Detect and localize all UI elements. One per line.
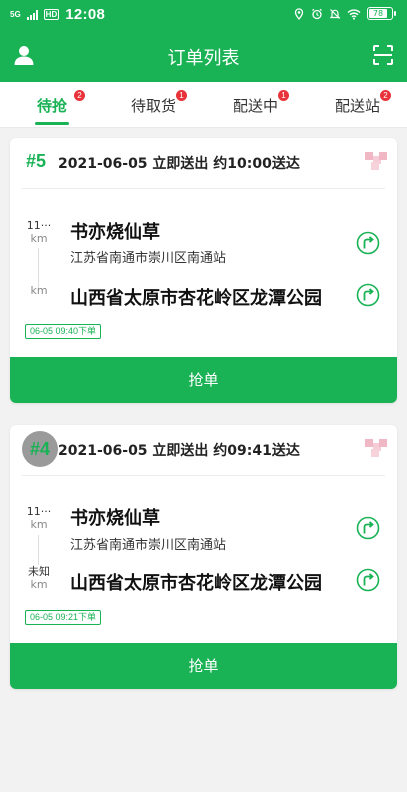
- navigate-icon[interactable]: [356, 568, 380, 592]
- tab-label: 待取货: [131, 97, 177, 115]
- route-line: [38, 248, 39, 288]
- dropoff-distance: km: [30, 284, 48, 297]
- tab-pending-pickup[interactable]: 待取货 1: [130, 82, 200, 128]
- order-time-info: 2021-06-05 立即送出 约10:00送达: [58, 156, 300, 172]
- tab-pending-grab[interactable]: 待抢 2: [33, 82, 93, 128]
- tab-label: 配送中: [233, 97, 279, 115]
- location-icon: [294, 7, 304, 20]
- battery-icon: 78: [367, 7, 396, 20]
- page-title: 订单列表: [167, 48, 240, 69]
- divider: [22, 188, 385, 189]
- order-card: #4 2021-06-05 立即送出 约09:41送达 11··· km 书亦烧…: [10, 425, 397, 689]
- navigate-icon[interactable]: [356, 516, 380, 540]
- pickup-distance: 11··· km: [26, 219, 52, 245]
- top-bar: 5G HD 12:08 78 订单列表: [0, 0, 407, 82]
- tab-label: 配送站: [335, 97, 381, 115]
- network-type: 5G: [10, 9, 21, 19]
- tab-badge: 2: [74, 90, 85, 101]
- tab-badge: 1: [278, 90, 289, 101]
- blurred-mark: [365, 439, 387, 459]
- order-number: #5: [26, 151, 47, 171]
- blurred-mark: [365, 152, 387, 172]
- tab-badge: 2: [380, 90, 391, 101]
- status-time: 12:08: [65, 6, 106, 23]
- order-placed-tag: 06-05 09:21下单: [25, 610, 102, 625]
- dropoff-address: 山西省太原市杏花岭区龙潭公园: [70, 573, 322, 594]
- pickup-address: 江苏省南通市崇川区南通站: [70, 538, 227, 553]
- tab-delivering[interactable]: 配送中 1: [232, 82, 302, 128]
- pickup-shop-name: 书亦烧仙草: [70, 508, 160, 529]
- order-card: #5 2021-06-05 立即送出 约10:00送达 11··· km 书亦烧…: [10, 138, 397, 403]
- order-header: #4 2021-06-05 立即送出 约09:41送达: [10, 425, 397, 475]
- order-tabs: 待抢 2 待取货 1 配送中 1 配送站 2: [0, 82, 407, 128]
- nav-bar: 订单列表: [0, 36, 407, 76]
- navigate-icon[interactable]: [356, 231, 380, 255]
- order-number: #4: [22, 431, 58, 467]
- route-line: [38, 535, 39, 565]
- grab-order-button[interactable]: 抢单: [10, 643, 397, 689]
- order-header: #5 2021-06-05 立即送出 约10:00送达: [10, 138, 397, 188]
- order-time-info: 2021-06-05 立即送出 约09:41送达: [58, 443, 300, 459]
- hd-icon: HD: [43, 9, 60, 20]
- tab-active-indicator: [35, 122, 69, 125]
- mute-icon: [329, 8, 341, 19]
- order-placed-tag: 06-05 09:40下单: [25, 324, 102, 339]
- divider: [22, 475, 385, 476]
- tab-delivery-station[interactable]: 配送站 2: [334, 82, 404, 128]
- navigate-icon[interactable]: [356, 283, 380, 307]
- grab-order-button[interactable]: 抢单: [10, 357, 397, 403]
- wifi-icon: [347, 8, 361, 20]
- pickup-address: 江苏省南通市崇川区南通站: [70, 251, 227, 266]
- dropoff-distance: 未知 km: [28, 565, 50, 591]
- status-bar: 5G HD 12:08 78: [0, 0, 407, 30]
- scan-icon[interactable]: [372, 44, 394, 66]
- pickup-distance: 11··· km: [26, 505, 52, 531]
- tab-label: 待抢: [37, 97, 68, 115]
- alarm-icon: [312, 8, 322, 19]
- tab-badge: 1: [176, 90, 187, 101]
- signal-icon: [26, 9, 38, 20]
- battery-level: 78: [369, 9, 387, 18]
- pickup-shop-name: 书亦烧仙草: [70, 222, 160, 243]
- dropoff-address: 山西省太原市杏花岭区龙潭公园: [70, 288, 322, 309]
